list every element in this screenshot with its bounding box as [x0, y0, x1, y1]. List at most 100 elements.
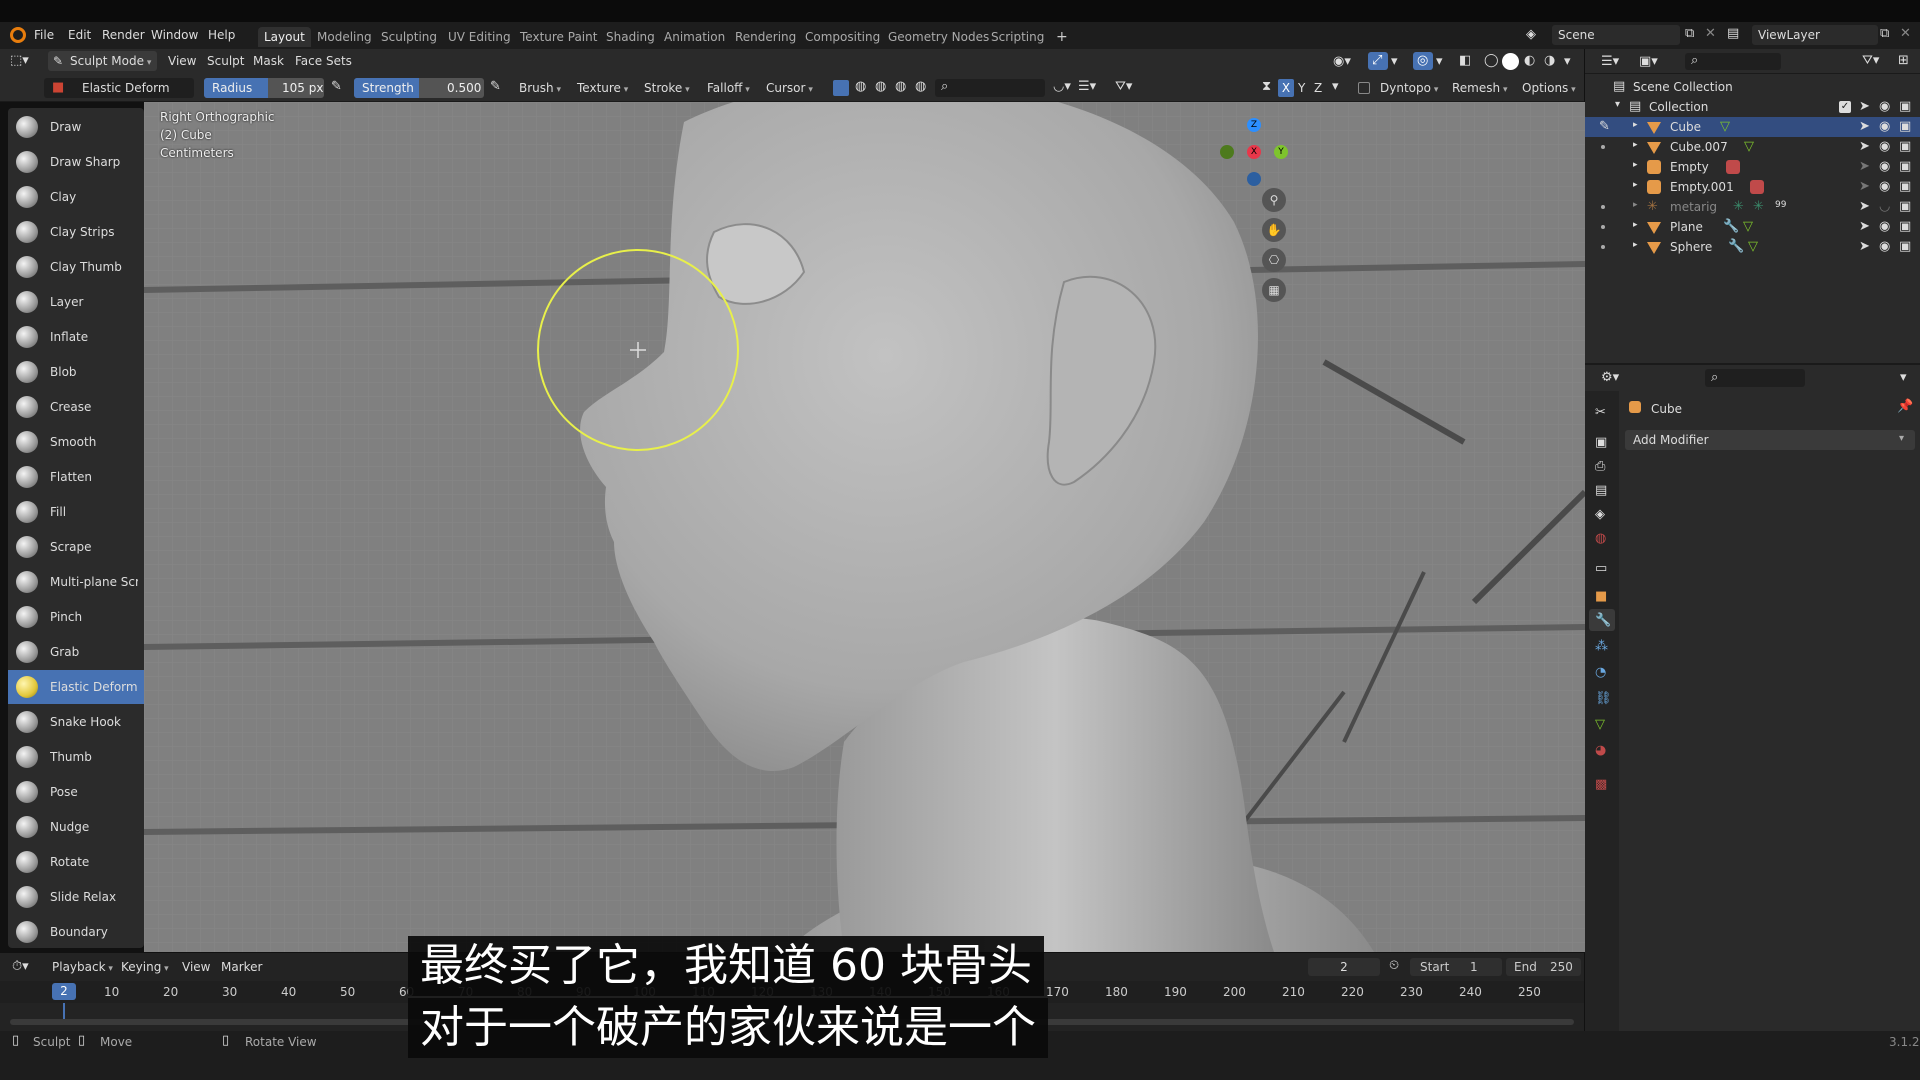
filter-icon[interactable]: ⛛▾ [1862, 53, 1879, 68]
new-collection-icon[interactable]: ⊞ [1898, 53, 1909, 68]
sphere-icon-3[interactable]: ◍ [895, 79, 906, 94]
overlay-dropdown-icon[interactable]: ▾ [1436, 54, 1443, 69]
stroke-menu[interactable]: Stroke [638, 78, 696, 98]
gizmo-x-axis[interactable]: X [1247, 145, 1261, 159]
blender-logo-icon[interactable] [10, 27, 26, 43]
marker-menu[interactable]: Marker [215, 957, 268, 977]
expand-icon[interactable]: ▸ [1633, 120, 1638, 130]
expand-icon[interactable]: ▸ [1633, 220, 1638, 230]
sphere-icon-1[interactable]: ◍ [855, 79, 866, 94]
menu-help[interactable]: Help [208, 28, 235, 42]
tab-modeling[interactable]: Modeling [311, 27, 378, 47]
tool-clay-strips[interactable]: Clay Strips [8, 215, 144, 249]
sphere-dropdown-icon[interactable]: ◡▾ [1053, 79, 1071, 94]
select-arrow-icon[interactable]: ➤ [1859, 99, 1870, 114]
menu-face-sets[interactable]: Face Sets [289, 51, 358, 71]
tab-rendering[interactable]: Rendering [729, 27, 802, 47]
gizmo-neg-z-axis[interactable] [1247, 172, 1261, 186]
tool-snake-hook[interactable]: Snake Hook [8, 705, 144, 739]
tool-fill[interactable]: Fill [8, 495, 144, 529]
options-menu[interactable]: Options [1516, 78, 1582, 98]
search-field[interactable] [935, 79, 1045, 97]
sphere-icon-4[interactable]: ◍ [915, 79, 926, 94]
edit-object-icon[interactable]: ✎ [1599, 119, 1610, 134]
tab-compositing[interactable]: Compositing [799, 27, 886, 47]
tool-blob[interactable]: Blob [8, 355, 144, 389]
radius-pressure-icon[interactable]: ✎ [331, 79, 342, 94]
menu-mask[interactable]: Mask [247, 51, 290, 71]
gizmo-neg-y-axis[interactable] [1220, 145, 1234, 159]
eye-icon[interactable]: ◉ [1879, 219, 1890, 234]
new-view-layer-icon[interactable]: ⧉ [1880, 26, 1889, 41]
visibility-selector-icon[interactable]: ◉▾ [1333, 54, 1351, 69]
tool-crease[interactable]: Crease [8, 390, 144, 424]
select-arrow-icon[interactable]: ➤ [1859, 199, 1870, 214]
timeline-editor-icon[interactable]: ⏱▾ [12, 959, 29, 974]
cursor-menu[interactable]: Cursor [760, 78, 819, 98]
scene-collection-row[interactable]: ▤ Scene Collection [1585, 77, 1920, 97]
outliner-editor-icon[interactable]: ☰▾ [1601, 54, 1619, 69]
outliner-item-cube[interactable]: ✎ ▸ Cube ▽ ➤ ◉ ▣ [1585, 117, 1920, 137]
mode-selector[interactable]: Sculpt Mode [48, 51, 158, 71]
gizmo-y-axis[interactable]: Y [1274, 145, 1288, 159]
tool-smooth[interactable]: Smooth [8, 425, 144, 459]
render-camera-icon[interactable]: ▣ [1899, 199, 1911, 214]
collection-checkbox[interactable]: ✓ [1839, 101, 1851, 113]
properties-editor-icon[interactable]: ⚙▾ [1601, 370, 1619, 385]
tool-grab[interactable]: Grab [8, 635, 144, 669]
select-arrow-icon[interactable]: ➤ [1859, 219, 1870, 234]
render-tab-icon[interactable]: ▣ [1595, 435, 1607, 450]
list-icon[interactable]: ☰▾ [1078, 79, 1096, 94]
dyntopo-menu[interactable]: Dyntopo [1374, 78, 1444, 98]
outliner-item-plane[interactable]: ▸ Plane 🔧 ▽ ➤ ◉ ▣ [1585, 217, 1920, 237]
tab-geometry-nodes[interactable]: Geometry Nodes [882, 27, 995, 47]
tool-elastic-deform[interactable]: Elastic Deform [8, 670, 144, 704]
strength-pressure-icon[interactable]: ✎ [490, 79, 501, 94]
menu-window[interactable]: Window [151, 28, 198, 42]
dyntopo-checkbox[interactable] [1358, 82, 1370, 94]
clock-icon[interactable]: ⏲ [1389, 958, 1399, 973]
3d-viewport[interactable]: Z X Y ⚲ ✋ ⎔ ▦ [144, 102, 1585, 952]
scene-tab-icon[interactable]: ◈ [1595, 507, 1605, 522]
scene-selector[interactable]: Scene [1552, 25, 1680, 45]
mask-filter-toggle[interactable] [833, 80, 849, 96]
tool-pose[interactable]: Pose [8, 775, 144, 809]
render-camera-icon[interactable]: ▣ [1899, 99, 1911, 114]
eye-icon[interactable]: ◉ [1879, 239, 1890, 254]
symmetry-z-button[interactable]: Z [1314, 81, 1322, 95]
add-modifier-dropdown[interactable]: Add Modifier ▾ [1625, 430, 1915, 450]
shading-dropdown-icon[interactable]: ▾ [1564, 54, 1571, 69]
brush-menu[interactable]: Brush [513, 78, 567, 98]
collection-tab-icon[interactable]: ▭ [1595, 561, 1607, 576]
eye-icon[interactable]: ◉ [1879, 139, 1890, 154]
menu-file[interactable]: File [34, 28, 54, 42]
gizmo-dropdown-icon[interactable]: ▾ [1391, 54, 1398, 69]
hidden-eye-icon[interactable]: ◡ [1879, 199, 1890, 214]
tool-nudge[interactable]: Nudge [8, 810, 144, 844]
expand-icon[interactable]: ▸ [1633, 240, 1638, 250]
texture-tab-icon[interactable]: ▩ [1595, 777, 1607, 792]
tool-thumb[interactable]: Thumb [8, 740, 144, 774]
tool-inflate[interactable]: Inflate [8, 320, 144, 354]
particles-tab-icon[interactable]: ⁂ [1595, 639, 1608, 654]
render-camera-icon[interactable]: ▣ [1899, 159, 1911, 174]
add-workspace-button[interactable]: + [1050, 27, 1074, 47]
symmetry-x-button[interactable]: X [1278, 79, 1294, 97]
physics-tab-icon[interactable]: ◔ [1595, 665, 1606, 680]
close-view-layer-icon[interactable]: ✕ [1900, 26, 1911, 41]
outliner-item-empty-001[interactable]: ▸ Empty.001 ➤ ◉ ▣ [1585, 177, 1920, 197]
gizmo-z-axis[interactable]: Z [1247, 118, 1261, 132]
menu-sculpt[interactable]: Sculpt [201, 51, 250, 71]
tool-scrape[interactable]: Scrape [8, 530, 144, 564]
tab-texture-paint[interactable]: Texture Paint [514, 27, 603, 47]
outliner-item-cube-007[interactable]: ▸ Cube.007 ▽ ➤ ◉ ▣ [1585, 137, 1920, 157]
tool-rotate[interactable]: Rotate [8, 845, 144, 879]
material-tab-icon[interactable]: ◕ [1595, 743, 1606, 758]
tool-clay[interactable]: Clay [8, 180, 144, 214]
tool-layer[interactable]: Layer [8, 285, 144, 319]
render-camera-icon[interactable]: ▣ [1899, 239, 1911, 254]
tool-slide-relax[interactable]: Slide Relax [8, 880, 144, 914]
symmetry-y-button[interactable]: Y [1298, 81, 1305, 95]
keying-menu[interactable]: Keying [115, 957, 175, 977]
xray-icon[interactable]: ◧ [1459, 53, 1471, 68]
